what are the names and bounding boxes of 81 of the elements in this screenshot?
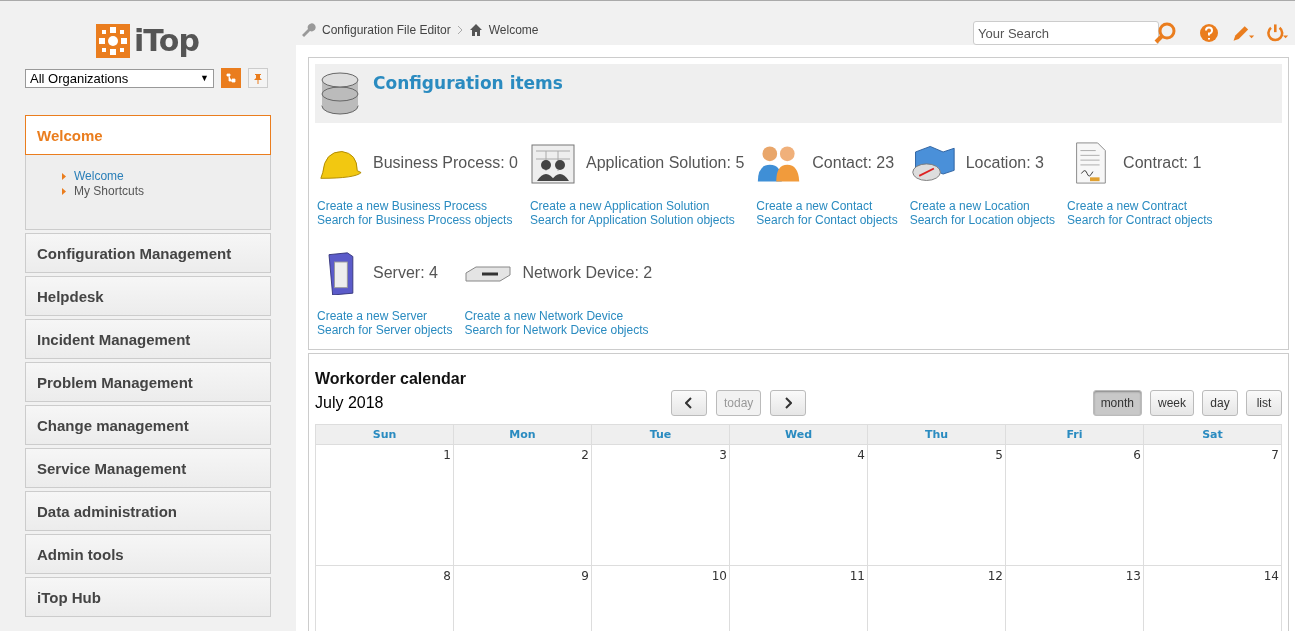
previous-button[interactable] xyxy=(671,390,707,416)
weekday-header: Fri xyxy=(1006,425,1144,445)
breadcrumb-link[interactable]: Configuration File Editor xyxy=(322,23,451,37)
weekday-header: Sat xyxy=(1144,425,1282,445)
chevron-right-icon xyxy=(784,397,793,409)
create-link[interactable]: Create a new Business Process xyxy=(317,199,518,213)
item-count: Network Device: 2 xyxy=(522,264,653,282)
chevron-left-icon xyxy=(685,397,693,409)
search-link[interactable]: Search for Contract objects xyxy=(1067,213,1213,227)
view-button[interactable]: list xyxy=(1246,390,1282,416)
hierarchy-icon xyxy=(226,73,236,83)
menu-section[interactable]: Helpdesk xyxy=(25,276,271,316)
day-number: 1 xyxy=(443,448,451,462)
search-link[interactable]: Search for Application Solution objects xyxy=(529,213,745,227)
day-number: 12 xyxy=(987,569,1003,583)
item-count: Application Solution: 5 xyxy=(585,154,745,172)
item-count: Business Process: 0 xyxy=(373,154,518,172)
month-label: July 2018 xyxy=(315,394,385,412)
day-number: 13 xyxy=(1125,569,1141,583)
next-button[interactable] xyxy=(770,390,807,416)
create-link[interactable]: Create a new Network Device xyxy=(464,309,653,323)
breadcrumb-link[interactable]: Welcome xyxy=(488,23,539,37)
day-number: 3 xyxy=(719,448,727,462)
home-icon xyxy=(468,23,483,37)
search-link[interactable]: Search for Network Device objects xyxy=(464,323,653,337)
day-number: 11 xyxy=(849,569,865,583)
create-link[interactable]: Create a new Contract xyxy=(1067,199,1213,213)
view-button[interactable]: week xyxy=(1150,390,1194,416)
weekday-header: Thu xyxy=(868,425,1006,445)
hierarchy-button[interactable] xyxy=(221,68,241,88)
weekday-header: Wed xyxy=(730,425,868,445)
create-link[interactable]: Create a new Contact xyxy=(756,199,898,213)
submenu-link[interactable]: Welcome xyxy=(74,169,124,184)
item-count: Contract: 1 xyxy=(1123,154,1202,172)
view-button[interactable]: day xyxy=(1202,390,1238,416)
day-number: 6 xyxy=(1133,448,1141,462)
logo-icon xyxy=(96,23,131,58)
day-number: 2 xyxy=(581,448,589,462)
panel-title: Configuration items xyxy=(373,73,563,93)
group-photo-icon xyxy=(529,141,576,185)
search-field[interactable]: Your Search xyxy=(973,21,1159,45)
calendar-title: Workorder calendar xyxy=(315,370,467,388)
menu-section[interactable]: Problem Management xyxy=(25,362,271,402)
pin-button[interactable] xyxy=(248,68,268,88)
view-button[interactable]: month xyxy=(1092,390,1142,416)
weekday-header: Sun xyxy=(316,425,454,445)
weekday-header: Mon xyxy=(454,425,592,445)
search-link[interactable]: Search for Business Process objects xyxy=(317,213,518,227)
search-link[interactable]: Search for Contact objects xyxy=(756,213,898,227)
submenu-link[interactable]: My Shortcuts xyxy=(74,184,145,199)
logo-text: iTop xyxy=(134,23,199,58)
pin-icon xyxy=(254,72,262,84)
wrench-icon xyxy=(302,23,316,37)
create-link[interactable]: Create a new Server xyxy=(317,309,453,323)
organization-select[interactable]: All Organizations ▼ xyxy=(25,68,214,88)
item-count: Location: 3 xyxy=(965,154,1044,172)
day-number: 5 xyxy=(995,448,1003,462)
day-number: 8 xyxy=(443,569,451,583)
search-link[interactable]: Search for Server objects xyxy=(317,323,453,337)
menu-section[interactable]: Configuration Management xyxy=(25,233,271,273)
day-number: 4 xyxy=(857,448,865,462)
menu-section[interactable]: Data administration xyxy=(25,491,271,531)
menu-section[interactable]: Change management xyxy=(25,405,271,445)
day-number: 14 xyxy=(1263,569,1279,583)
weekday-header: Tue xyxy=(592,425,730,445)
bullet-icon xyxy=(62,173,66,180)
bullet-icon xyxy=(62,188,66,195)
menu-section[interactable]: Incident Management xyxy=(25,319,271,359)
day-number: 10 xyxy=(711,569,727,583)
chevron-icon xyxy=(456,25,463,35)
day-number: 7 xyxy=(1271,448,1279,462)
menu-section[interactable]: iTop Hub xyxy=(25,577,271,617)
item-count: Contact: 23 xyxy=(812,154,895,172)
create-link[interactable]: Create a new Location xyxy=(909,199,1056,213)
create-link[interactable]: Create a new Application Solution xyxy=(529,199,745,213)
item-count: Server: 4 xyxy=(373,264,438,282)
menu-section[interactable]: Service Management xyxy=(25,448,271,488)
help-icon[interactable] xyxy=(1197,21,1221,45)
day-number: 9 xyxy=(581,569,589,583)
menu-section[interactable]: Admin tools xyxy=(25,534,271,574)
search-link[interactable]: Search for Location objects xyxy=(909,213,1056,227)
